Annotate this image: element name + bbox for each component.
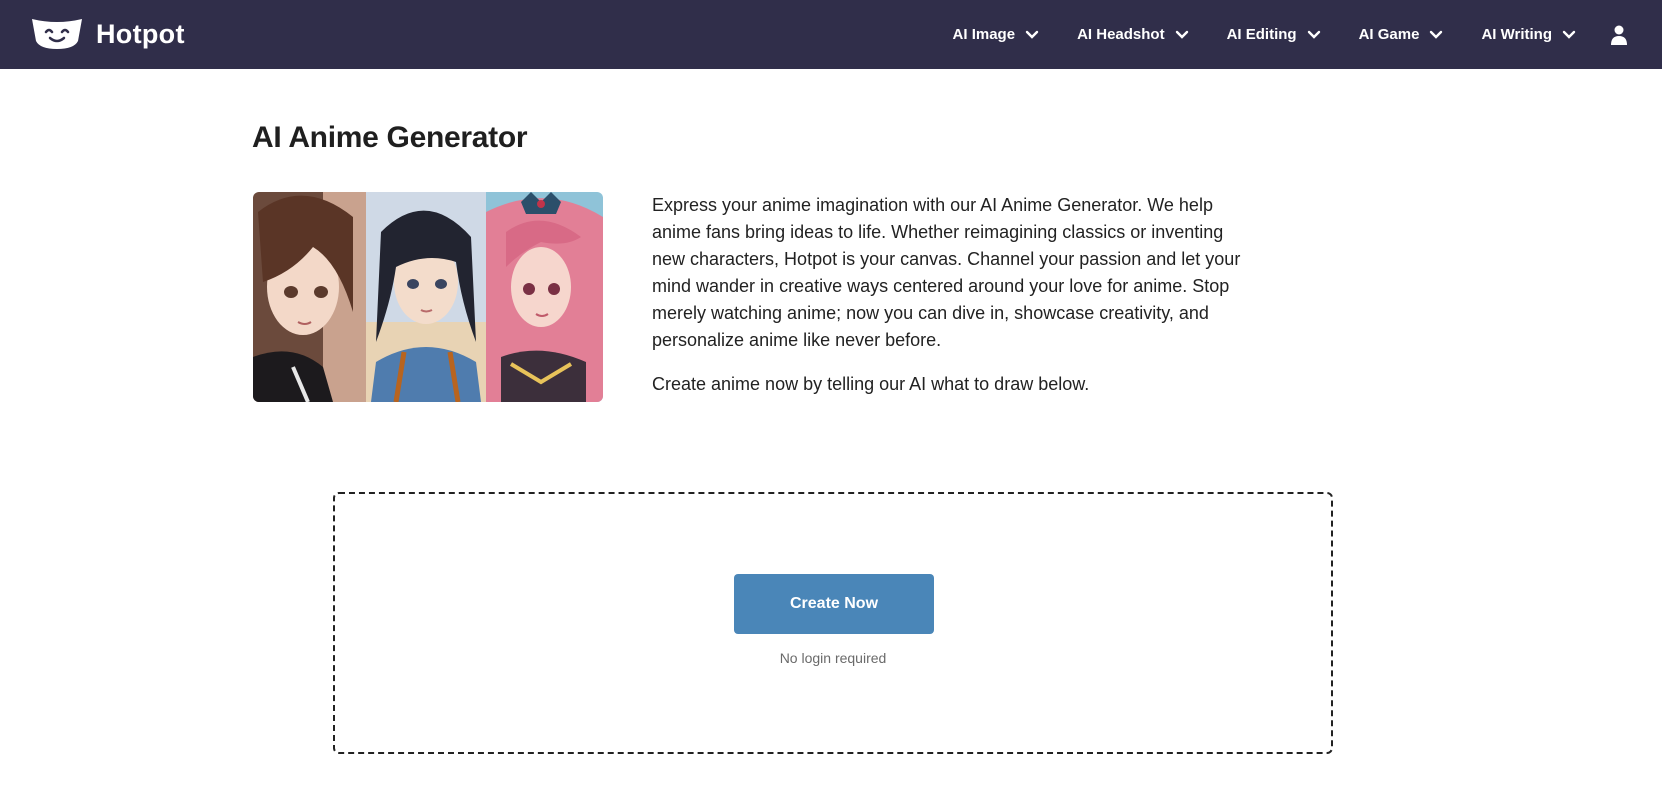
create-now-button[interactable]: Create Now [734, 574, 934, 634]
nav-ai-image[interactable]: AI Image [953, 26, 1040, 43]
chevron-down-icon [1430, 30, 1443, 39]
chevron-down-icon [1025, 30, 1039, 39]
nav-ai-headshot[interactable]: AI Headshot [1077, 26, 1189, 43]
chevron-down-icon [1307, 30, 1320, 39]
anime-portrait-black-hair [366, 192, 486, 402]
anime-portrait-pink-hair [486, 192, 603, 402]
nav-label: AI Headshot [1077, 26, 1165, 43]
anime-portrait-brown-hair [253, 192, 366, 402]
main-nav: AI Image AI Headshot AI Editing AI Game … [915, 0, 1662, 69]
nav-ai-editing[interactable]: AI Editing [1227, 26, 1321, 43]
description-block: Express your anime imagination with our … [652, 192, 1242, 415]
nav-label: AI Writing [1481, 26, 1552, 43]
chevron-down-icon [1562, 30, 1576, 39]
page-title: AI Anime Generator [252, 121, 528, 154]
anime-sample-image [253, 192, 603, 402]
top-navigation-bar: Hotpot AI Image AI Headshot AI Editing A… [0, 0, 1662, 69]
nav-label: AI Image [952, 26, 1016, 43]
nav-ai-writing[interactable]: AI Writing [1481, 26, 1576, 43]
nav-ai-game[interactable]: AI Game [1359, 26, 1444, 43]
nav-label: AI Game [1358, 26, 1420, 43]
user-account-icon[interactable] [1610, 25, 1628, 45]
cta-text: Create anime now by telling our AI what … [652, 374, 1090, 394]
hotpot-logo[interactable]: Hotpot [30, 17, 185, 51]
create-panel: Create Now No login required [333, 492, 1333, 754]
description-text: Express your anime imagination with our … [652, 195, 1241, 350]
hotpot-logo-icon [32, 19, 82, 49]
no-login-note: No login required [779, 650, 887, 666]
brand-name: Hotpot [96, 18, 185, 49]
chevron-down-icon [1175, 30, 1188, 39]
nav-label: AI Editing [1226, 26, 1297, 43]
